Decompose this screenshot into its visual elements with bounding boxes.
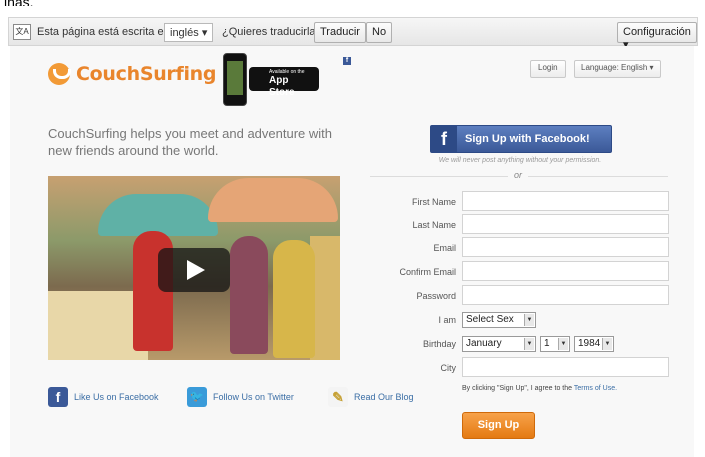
logo-text: CouchSurfing xyxy=(76,63,217,85)
chevron-down-icon: ▼ xyxy=(524,314,534,326)
email-field[interactable] xyxy=(462,237,669,257)
source-language-value: inglés xyxy=(170,27,199,39)
city-field[interactable] xyxy=(462,357,669,377)
blog-icon: ✎ xyxy=(328,387,348,407)
password-label: Password xyxy=(416,291,456,301)
birthday-day-value: 1 xyxy=(544,338,550,349)
iphone-image xyxy=(223,53,247,106)
sex-select-value: Select Sex xyxy=(466,314,514,325)
terms-of-use-link[interactable]: Terms of Use. xyxy=(574,385,617,392)
password-field[interactable] xyxy=(462,285,669,305)
birthday-label: Birthday xyxy=(422,339,456,349)
configuration-label: Configuración xyxy=(623,26,691,38)
birthday-year-select[interactable]: 1984 ▼ xyxy=(574,336,614,352)
facebook-icon: f xyxy=(431,126,457,152)
video-frame-person xyxy=(230,236,268,354)
translate-question: ¿Quieres traducirla? xyxy=(222,26,322,38)
app-store-badge[interactable]: Available on the App Store xyxy=(249,67,319,98)
translate-bar: 文A Esta página está escrita en inglés ▾ … xyxy=(8,17,698,51)
confirm-email-field[interactable] xyxy=(462,261,669,281)
terms-text: By clicking "Sign Up", I agree to the Te… xyxy=(462,384,674,393)
like-facebook-label: Like Us on Facebook xyxy=(74,392,159,402)
birthday-month-select[interactable]: January ▼ xyxy=(462,336,536,352)
facebook-icon: f xyxy=(48,387,68,407)
city-label: City xyxy=(440,363,457,373)
sex-select[interactable]: Select Sex ▼ xyxy=(462,312,536,328)
i-am-label: I am xyxy=(438,315,456,325)
couch-logo-icon xyxy=(48,63,71,85)
read-blog-label: Read Our Blog xyxy=(354,392,414,402)
chevron-down-icon: ▼ xyxy=(602,338,612,350)
follow-twitter-link[interactable]: 🐦 Follow Us on Twitter xyxy=(187,387,294,407)
tagline: CouchSurfing helps you meet and adventur… xyxy=(48,126,333,158)
language-selector[interactable]: Language: English ▾ xyxy=(574,60,661,78)
first-name-label: First Name xyxy=(411,197,456,207)
facebook-permission-note: We will never post anything without your… xyxy=(438,157,602,164)
no-button[interactable]: No xyxy=(366,22,393,43)
language-label: Language: English xyxy=(581,63,648,72)
terms-prefix: By clicking "Sign Up", I agree to the xyxy=(462,385,573,392)
translate-message: Esta página está escrita en xyxy=(37,26,170,38)
follow-twitter-label: Follow Us on Twitter xyxy=(213,392,294,402)
chevron-down-icon: ▾ xyxy=(649,63,654,72)
source-language-select[interactable]: inglés ▾ xyxy=(164,23,214,42)
chevron-down-icon: ▾ xyxy=(201,27,208,39)
facebook-mini-icon[interactable]: f xyxy=(343,57,351,65)
cropped-top-text: inas. xyxy=(0,0,705,6)
birthday-day-select[interactable]: 1 ▼ xyxy=(540,336,570,352)
video-frame-umbrella-right xyxy=(208,178,338,222)
login-button[interactable]: Login xyxy=(530,60,566,78)
couchsurfing-logo[interactable]: CouchSurfing xyxy=(48,63,217,85)
couchsurfing-page: CouchSurfing Available on the App Store … xyxy=(10,46,694,457)
or-separator: or xyxy=(508,170,529,180)
translate-icon: 文A xyxy=(13,24,31,40)
video-frame-person xyxy=(273,240,315,358)
facebook-signup-label: Sign Up with Facebook! xyxy=(465,133,590,145)
intro-video[interactable] xyxy=(48,176,340,360)
chevron-down-icon: ▼ xyxy=(524,338,534,350)
play-icon[interactable] xyxy=(158,248,230,292)
birthday-month-value: January xyxy=(466,338,502,349)
last-name-field[interactable] xyxy=(462,214,669,234)
birthday-year-value: 1984 xyxy=(578,338,601,349)
configuration-button[interactable]: Configuración ▾ xyxy=(617,22,697,51)
video-frame-umbrella-left xyxy=(98,194,218,236)
like-facebook-link[interactable]: f Like Us on Facebook xyxy=(48,387,159,407)
confirm-email-label: Confirm Email xyxy=(399,267,456,277)
twitter-icon: 🐦 xyxy=(187,387,207,407)
last-name-label: Last Name xyxy=(412,220,456,230)
translate-button[interactable]: Traducir xyxy=(314,22,366,43)
first-name-field[interactable] xyxy=(462,191,669,211)
sign-up-button[interactable]: Sign Up xyxy=(462,412,535,439)
read-blog-link[interactable]: ✎ Read Our Blog xyxy=(328,387,414,407)
chevron-down-icon: ▼ xyxy=(558,338,568,350)
facebook-signup-button[interactable]: f Sign Up with Facebook! xyxy=(430,125,612,153)
appstore-big-text: App Store xyxy=(269,75,295,98)
email-label: Email xyxy=(433,243,456,253)
